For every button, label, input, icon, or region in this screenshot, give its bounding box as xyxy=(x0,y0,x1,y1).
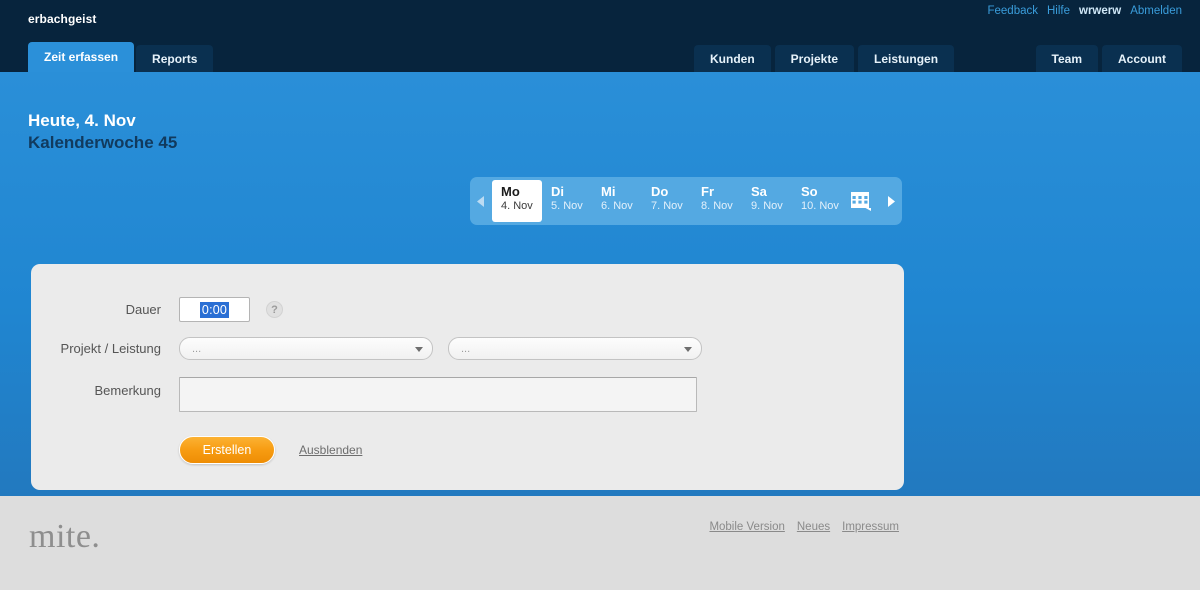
tab-kunden[interactable]: Kunden xyxy=(694,45,771,72)
chevron-right-icon[interactable] xyxy=(880,180,902,222)
day-date: 4. Nov xyxy=(501,200,533,213)
date-heading-today: Heute, 4. Nov xyxy=(28,111,136,130)
day-item-mi[interactable]: Mi 6. Nov xyxy=(592,180,642,222)
tab-zeit-erfassen[interactable]: Zeit erfassen xyxy=(28,42,135,72)
chevron-down-icon xyxy=(415,343,423,355)
utility-link-user[interactable]: wrwerw xyxy=(1079,5,1121,17)
projekt-select[interactable]: ... xyxy=(179,337,433,360)
tab-team[interactable]: Team xyxy=(1035,45,1098,72)
primary-tabs: Zeit erfassen Reports xyxy=(28,42,215,72)
mite-logo: mite. xyxy=(29,518,101,555)
help-icon[interactable]: ? xyxy=(266,301,283,318)
tab-reports[interactable]: Reports xyxy=(136,45,214,72)
account-tabs: Team Account xyxy=(1035,42,1182,72)
day-date: 8. Nov xyxy=(701,200,733,213)
footer-link-mobile-version[interactable]: Mobile Version xyxy=(709,521,784,533)
leistung-select[interactable]: ... xyxy=(448,337,702,360)
bemerkung-label: Bemerkung xyxy=(94,383,161,398)
day-dow: So xyxy=(801,184,818,199)
account-name: erbachgeist xyxy=(28,12,97,26)
date-heading: Heute, 4. Nov Kalenderwoche 45 xyxy=(28,110,177,154)
form-actions: Erstellen Ausblenden xyxy=(179,436,362,464)
bemerkung-input[interactable] xyxy=(179,377,697,412)
form-row-dauer: Dauer 0:00 ? xyxy=(31,297,283,322)
top-bar: erbachgeist Feedback Hilfe wrwerw Abmeld… xyxy=(0,0,1200,72)
footer: mite. Mobile Version Neues Impressum xyxy=(0,496,1200,590)
date-heading-week: Kalenderwoche 45 xyxy=(28,132,178,152)
form-row-bemerkung: Bemerkung xyxy=(31,377,697,412)
admin-tabs: Kunden Projekte Leistungen xyxy=(694,42,955,72)
utility-link-feedback[interactable]: Feedback xyxy=(987,5,1038,17)
projekt-leistung-label: Projekt / Leistung xyxy=(60,341,161,356)
day-item-sa[interactable]: Sa 9. Nov xyxy=(742,180,792,222)
day-date: 5. Nov xyxy=(551,200,583,213)
day-dow: Sa xyxy=(751,184,767,199)
erstellen-button[interactable]: Erstellen xyxy=(179,436,275,464)
utility-link-abmelden[interactable]: Abmelden xyxy=(1130,5,1182,17)
day-item-so[interactable]: So 10. Nov xyxy=(792,180,842,222)
day-dow: Mi xyxy=(601,184,616,199)
tab-account[interactable]: Account xyxy=(1102,45,1182,72)
utility-link-hilfe[interactable]: Hilfe xyxy=(1047,5,1070,17)
footer-link-impressum[interactable]: Impressum xyxy=(842,521,899,533)
tab-leistungen[interactable]: Leistungen xyxy=(858,45,955,72)
calendar-icon[interactable] xyxy=(842,180,880,222)
leistung-select-value: ... xyxy=(461,342,471,355)
form-row-projekt: Projekt / Leistung ... ... xyxy=(31,337,702,360)
day-date: 6. Nov xyxy=(601,200,633,213)
day-dow: Di xyxy=(551,184,564,199)
day-dow: Mo xyxy=(501,184,520,199)
day-item-fr[interactable]: Fr 8. Nov xyxy=(692,180,742,222)
projekt-select-value: ... xyxy=(192,342,202,355)
tab-projekte[interactable]: Projekte xyxy=(774,45,855,72)
dauer-input[interactable]: 0:00 xyxy=(179,297,250,322)
chevron-down-icon xyxy=(684,343,692,355)
footer-link-neues[interactable]: Neues xyxy=(797,521,830,533)
day-list: Mo 4. Nov Di 5. Nov Mi 6. Nov Do 7. Nov … xyxy=(492,180,842,222)
day-picker: Mo 4. Nov Di 5. Nov Mi 6. Nov Do 7. Nov … xyxy=(470,177,902,225)
day-item-di[interactable]: Di 5. Nov xyxy=(542,180,592,222)
dauer-label: Dauer xyxy=(125,302,161,317)
day-date: 10. Nov xyxy=(801,200,839,213)
day-dow: Fr xyxy=(701,184,714,199)
main-content-band: Heute, 4. Nov Kalenderwoche 45 Mo 4. Nov… xyxy=(0,72,1200,584)
footer-links: Mobile Version Neues Impressum xyxy=(709,521,899,533)
day-date: 9. Nov xyxy=(751,200,783,213)
chevron-left-icon[interactable] xyxy=(470,180,492,222)
time-entry-form: Dauer 0:00 ? Projekt / Leistung ... ... xyxy=(31,264,904,490)
dauer-value: 0:00 xyxy=(199,301,230,318)
day-date: 7. Nov xyxy=(651,200,683,213)
ausblenden-link[interactable]: Ausblenden xyxy=(299,443,362,457)
utility-links: Feedback Hilfe wrwerw Abmelden xyxy=(987,5,1182,17)
day-item-mo[interactable]: Mo 4. Nov xyxy=(492,180,542,222)
day-dow: Do xyxy=(651,184,669,199)
day-item-do[interactable]: Do 7. Nov xyxy=(642,180,692,222)
